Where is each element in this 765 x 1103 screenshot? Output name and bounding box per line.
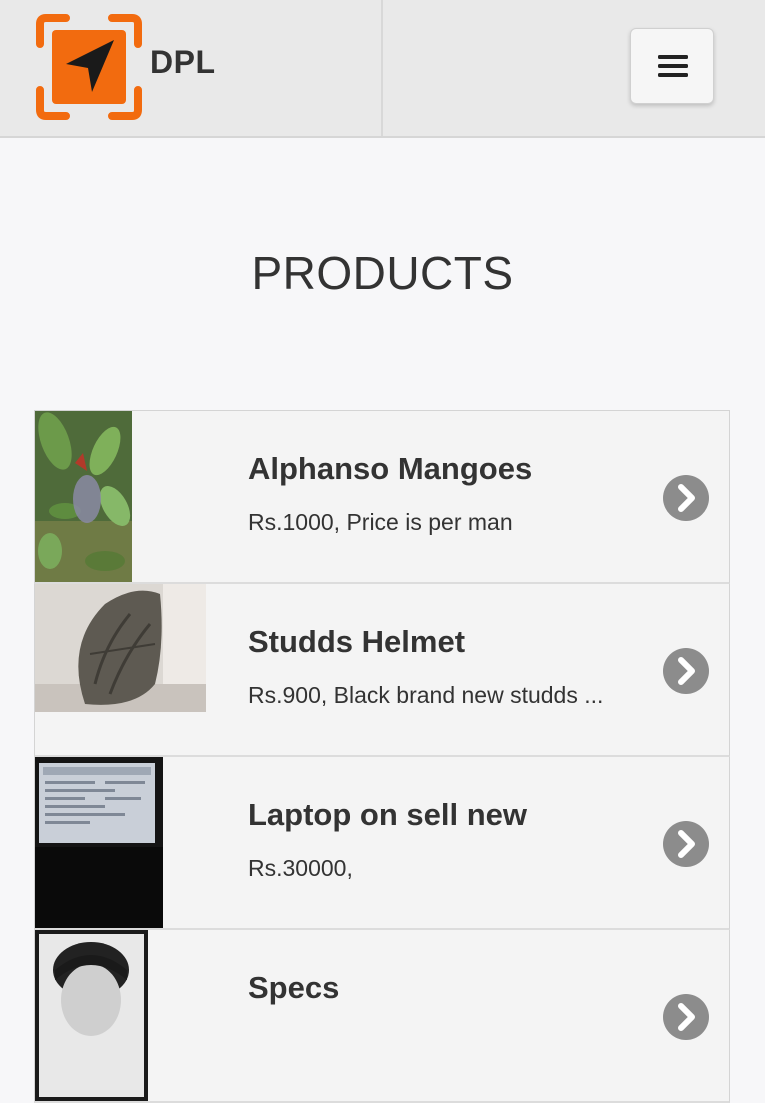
chevron-right-circle-icon[interactable] <box>662 647 710 695</box>
navigation-arrow-icon[interactable] <box>36 14 142 120</box>
top-navbar: DPL <box>0 0 765 138</box>
product-description: Rs.30000, <box>248 855 353 881</box>
chevron-right-circle-icon[interactable] <box>662 820 710 868</box>
product-thumbnail <box>35 411 132 582</box>
product-title[interactable]: Specs <box>248 970 339 1006</box>
product-description: Rs.1000, Price is per man <box>248 509 513 535</box>
product-item-specs[interactable]: Specs <box>34 930 730 1103</box>
product-thumbnail <box>35 757 163 928</box>
menu-toggle-button[interactable] <box>630 28 714 104</box>
product-thumbnail <box>35 930 148 1101</box>
brand-name[interactable]: DPL <box>150 44 216 81</box>
page-title: PRODUCTS <box>251 247 514 299</box>
hamburger-menu-icon <box>658 55 688 77</box>
product-description: Rs.900, Black brand new studds ... <box>248 682 604 708</box>
product-thumbnail <box>35 584 206 712</box>
chevron-right-circle-icon[interactable] <box>662 993 710 1041</box>
product-item-laptop[interactable]: Laptop on sell new Rs.30000, <box>34 757 730 930</box>
product-title[interactable]: Studds Helmet <box>248 624 465 660</box>
header-divider <box>381 0 383 136</box>
product-list: Alphanso Mangoes Rs.1000, Price is per m… <box>34 410 730 1103</box>
product-title[interactable]: Laptop on sell new <box>248 797 527 833</box>
chevron-right-circle-icon[interactable] <box>662 474 710 522</box>
product-item-helmet[interactable]: Studds Helmet Rs.900, Black brand new st… <box>34 584 730 757</box>
product-title[interactable]: Alphanso Mangoes <box>248 451 532 487</box>
product-item-mangoes[interactable]: Alphanso Mangoes Rs.1000, Price is per m… <box>34 411 730 584</box>
